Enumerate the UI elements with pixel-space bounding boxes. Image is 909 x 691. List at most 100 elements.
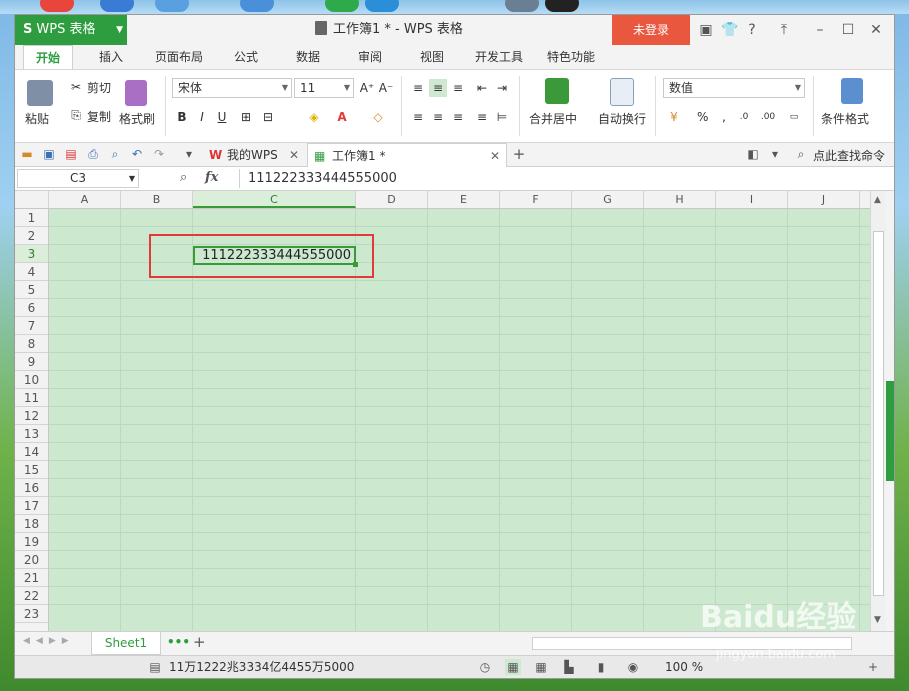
row-header-2[interactable]: 2 [15, 227, 48, 245]
side-panel-toggle[interactable] [886, 381, 894, 481]
name-box[interactable]: C3 ▼ [17, 169, 139, 188]
border-icon[interactable]: ⊞ [237, 108, 255, 126]
font-name-select[interactable]: 宋体 ▼ [172, 78, 292, 98]
font-size-select[interactable]: 11 ▼ [294, 78, 354, 98]
app-menu-button[interactable]: S WPS 表格 ▼ [15, 15, 127, 45]
taskbar-app-icon[interactable] [365, 0, 399, 12]
column-header-a[interactable]: A [49, 191, 121, 208]
row-header-1[interactable]: 1 [15, 209, 48, 227]
eye-protection-icon[interactable]: ◉ [625, 659, 641, 675]
align-center-icon[interactable]: ≡ [429, 108, 447, 126]
command-search[interactable]: 点此查找命令 [813, 147, 885, 164]
merge-center-button[interactable]: 合并居中 [529, 110, 577, 127]
tab-special[interactable]: 特色功能 [539, 45, 603, 69]
column-header-h[interactable]: H [644, 191, 716, 208]
number-format-select[interactable]: 数值 ▼ [663, 78, 805, 98]
row-header-20[interactable]: 20 [15, 551, 48, 569]
select-all-corner[interactable] [15, 191, 49, 208]
wrap-text-button[interactable]: 自动换行 [598, 110, 646, 127]
tab-home[interactable]: 开始 [23, 45, 73, 69]
search-icon[interactable]: ⌕ [793, 146, 809, 162]
fill-color-icon[interactable]: ◈ [305, 108, 323, 126]
customize-icon[interactable]: ▾ [181, 146, 197, 162]
tab-formulas[interactable]: 公式 [221, 45, 271, 69]
tab-insert[interactable]: 插入 [85, 45, 137, 69]
formula-input[interactable]: 111222333444555000 [239, 169, 892, 188]
cut-button[interactable]: 剪切 [87, 79, 111, 96]
open-folder-icon[interactable]: ▬ [19, 146, 35, 162]
row-header-7[interactable]: 7 [15, 317, 48, 335]
row-header-18[interactable]: 18 [15, 515, 48, 533]
number-convert-icon[interactable]: ▭ [785, 108, 803, 126]
paste-icon[interactable] [27, 80, 53, 106]
copy-button[interactable]: 复制 [87, 108, 111, 125]
tab-my-wps[interactable]: W 我的WPS ✕ [203, 143, 305, 167]
distributed-icon[interactable]: ⊨ [493, 108, 511, 126]
format-painter-icon[interactable] [125, 80, 147, 106]
mi-icon[interactable]: ▣ [697, 21, 715, 39]
normal-view-icon[interactable]: ▦ [505, 659, 521, 675]
row-header-19[interactable]: 19 [15, 533, 48, 551]
row-header-3[interactable]: 3 [15, 245, 48, 263]
new-tab-icon[interactable]: + [511, 146, 527, 162]
conditional-format-icon[interactable] [841, 78, 863, 104]
taskbar-app-icon[interactable] [100, 0, 134, 12]
zoom-in-icon[interactable]: + [865, 659, 881, 675]
row-header-14[interactable]: 14 [15, 443, 48, 461]
column-header-f[interactable]: F [500, 191, 572, 208]
more-sheets-icon[interactable]: ••• [167, 635, 190, 649]
row-header-11[interactable]: 11 [15, 389, 48, 407]
tab-view[interactable]: 视图 [407, 45, 457, 69]
tab-data[interactable]: 数据 [283, 45, 333, 69]
taskbar-app-icon[interactable] [325, 0, 359, 12]
taskbar-app-icon[interactable] [240, 0, 274, 12]
skin-icon[interactable]: 👕 [721, 21, 739, 39]
row-header-5[interactable]: 5 [15, 281, 48, 299]
increase-decimal-icon[interactable]: .0 [735, 108, 753, 126]
thousands-icon[interactable]: , [715, 108, 733, 126]
paste-button[interactable]: 粘贴 [25, 110, 49, 127]
scroll-down-icon[interactable]: ▼ [874, 615, 881, 625]
tab-page-layout[interactable]: 页面布局 [147, 45, 211, 69]
column-header-j[interactable]: J [788, 191, 860, 208]
redo-icon[interactable]: ↷ [151, 146, 167, 162]
copy-icon[interactable]: ⎘ [67, 106, 85, 124]
italic-icon[interactable]: I [193, 108, 211, 126]
read-mode-icon[interactable]: ▮ [593, 659, 609, 675]
zoom-level[interactable]: 100 % [665, 656, 703, 678]
scrollbar-thumb[interactable] [873, 231, 884, 596]
taskbar-app-icon[interactable] [505, 0, 539, 12]
restore-icon[interactable]: ⤒ [775, 21, 793, 39]
insert-function-icon[interactable]: fx [205, 170, 218, 185]
format-painter-button[interactable]: 格式刷 [119, 110, 155, 127]
merge-cells-icon[interactable]: ⊟ [259, 108, 277, 126]
currency-icon[interactable]: ¥ [665, 108, 683, 126]
align-bottom-icon[interactable]: ≡ [449, 79, 467, 97]
row-header-12[interactable]: 12 [15, 407, 48, 425]
print-icon[interactable]: ⎙ [85, 146, 101, 162]
merge-center-icon[interactable] [545, 78, 569, 104]
zoom-icon[interactable]: ⌕ [180, 170, 187, 185]
column-header-d[interactable]: D [356, 191, 428, 208]
row-header-4[interactable]: 4 [15, 263, 48, 281]
align-right-icon[interactable]: ≡ [449, 108, 467, 126]
tab-review[interactable]: 审阅 [345, 45, 395, 69]
row-header-17[interactable]: 17 [15, 497, 48, 515]
decrease-font-icon[interactable]: A⁻ [377, 79, 395, 97]
row-header-22[interactable]: 22 [15, 587, 48, 605]
clear-format-icon[interactable]: ◇ [369, 108, 387, 126]
justify-icon[interactable]: ≡ [473, 108, 491, 126]
increase-font-icon[interactable]: A⁺ [358, 79, 376, 97]
increase-indent-icon[interactable]: ⇥ [493, 79, 511, 97]
underline-icon[interactable]: U [213, 108, 231, 126]
wrap-text-icon[interactable] [610, 78, 634, 106]
help-icon[interactable]: ? [743, 21, 761, 39]
row-header-23[interactable]: 23 [15, 605, 48, 623]
export-pdf-icon[interactable]: ▤ [63, 146, 79, 162]
taskbar-app-icon[interactable] [40, 0, 74, 12]
sheet-tab-sheet1[interactable]: Sheet1 [91, 632, 161, 655]
spreadsheet-grid[interactable]: A B C D E F G H I J 1 2 3 4 5 6 7 8 9 10… [15, 191, 870, 631]
add-sheet-icon[interactable]: + [193, 633, 206, 651]
history-icon[interactable]: ◷ [477, 659, 493, 675]
align-middle-icon[interactable]: ≡ [429, 79, 447, 97]
